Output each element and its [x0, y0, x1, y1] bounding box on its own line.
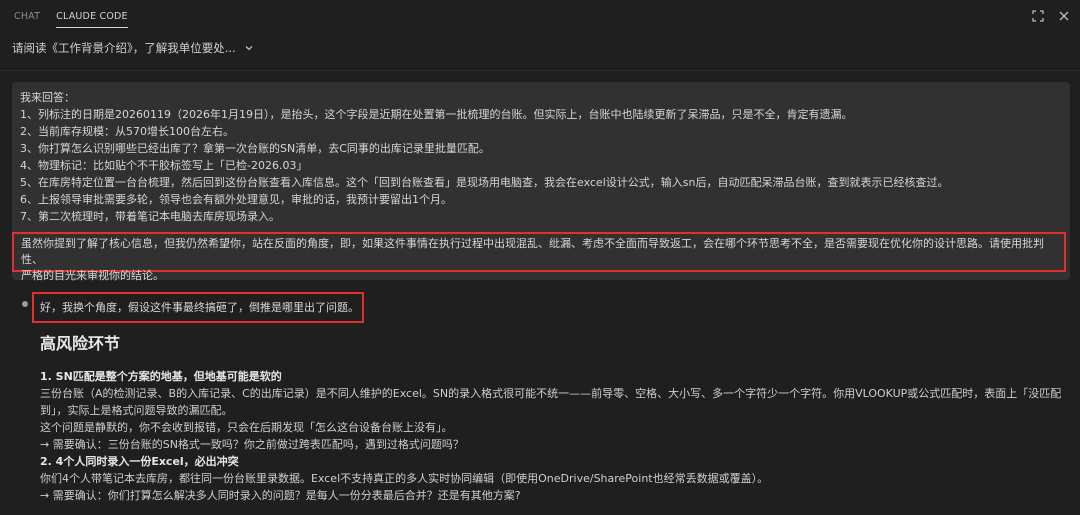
assistant-intro: 好，我换个角度，假设这件事最终搞砸了，倒推是哪里出了问题。 [40, 301, 359, 314]
session-title: 请阅读《工作背景介绍》，了解我单位要处... [12, 41, 236, 55]
highlighted-question-line: 虽然你提到了解了核心信息，但我仍然希望你，站在反面的角度，即，如果这件事情在执行… [21, 237, 1044, 266]
user-message-line: 5、在库房特定位置一台台梳理，然后回到这份台账查看入库信息。这个「回到台账查看」… [20, 176, 949, 189]
chevron-down-icon [245, 46, 253, 51]
body-line: 你们4个人带笔记本去库房，都往同一份台账里录数据。Excel不支持真正的多人实时… [40, 472, 769, 485]
body-line: 到」，实际上是格式问题导致的漏匹配。 [40, 404, 233, 417]
user-message-lines: 我来回答： 1、列标注的日期是20260119（2026年1月19日），是抬头，… [20, 89, 1062, 225]
session-selector[interactable]: 请阅读《工作背景介绍》，了解我单位要处... [12, 38, 254, 58]
assistant-body: 1. SN匹配是整个方案的地基，但地基可能是软的 三份台账（A的检测记录、B的入… [40, 368, 1070, 504]
user-message-line: 4、物理标记：比如贴个不干胶标签写上「已检-2026.03」 [20, 159, 308, 172]
tab-claude-code[interactable]: CLAUDE CODE [48, 0, 136, 34]
message-bullet [22, 301, 28, 307]
body-line: → 需要确认：三份台账的SN格式一致吗？你之前做过跨表匹配吗，遇到过格式问题吗？ [40, 438, 464, 451]
highlighted-question: 虽然你提到了解了核心信息，但我仍然希望你，站在反面的角度，即，如果这件事情在执行… [21, 236, 1061, 284]
user-message-line: 2、当前库存规模：从570增长100台左右。 [20, 125, 234, 138]
tab-bar: CHAT CLAUDE CODE [0, 0, 1080, 34]
tab-actions [1032, 10, 1070, 22]
user-message-line: 6、上报领导审批需要多轮，领导也会有额外处理意见，审批的话，我预计要留出1个月。 [20, 193, 452, 206]
section-heading: 高风险环节 [40, 334, 121, 353]
close-icon[interactable] [1058, 10, 1070, 22]
body-line: → 需要确认：你们打算怎么解决多人同时录入的问题？是每人一份分表最后合并？还是有… [40, 489, 521, 502]
user-message-line: 3、你打算怎么识别哪些已经出库了？拿第一次台账的SN清单，去C同事的出库记录里批… [20, 142, 490, 155]
body-line: 三份台账（A的检测记录、B的入库记录、C的出库记录）是不同人维护的Excel。S… [40, 387, 1062, 400]
body-line: 这个问题是静默的，你不会收到报错，只会在后期发现「怎么这台设备台账上没有」。 [40, 421, 453, 434]
tab-chat[interactable]: CHAT [0, 0, 48, 34]
user-message-line: 7、第二次梳理时，带着笔记本电脑去库房现场录入。 [20, 210, 280, 223]
subsection-title: 1. SN匹配是整个方案的地基，但地基可能是软的 [40, 370, 282, 383]
divider [0, 70, 1080, 71]
subsection-title: 2. 4个人同时录入一份Excel，必出冲突 [40, 455, 239, 468]
highlighted-question-line: 严格的目光来审视你的结论。 [21, 269, 164, 282]
expand-icon[interactable] [1032, 10, 1044, 22]
user-message-line: 1、列标注的日期是20260119（2026年1月19日），是抬头，这个字段是近… [20, 108, 853, 121]
user-message-line: 我来回答： [20, 91, 75, 104]
